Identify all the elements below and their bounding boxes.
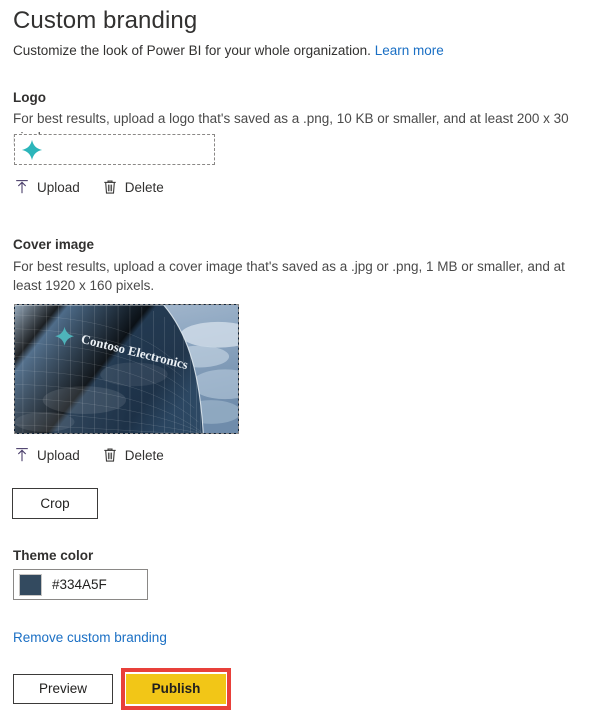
logo-section-label: Logo [13, 90, 46, 105]
cover-image-preview[interactable]: Contoso Electronics [14, 304, 239, 434]
upload-arrow-icon [16, 180, 28, 194]
publish-button[interactable]: Publish [126, 674, 226, 704]
cover-upload-label: Upload [37, 447, 80, 463]
theme-color-field[interactable]: #334A5F [13, 569, 148, 600]
custom-branding-page: Custom branding Customize the look of Po… [0, 0, 599, 723]
trash-can-icon [104, 448, 116, 462]
cover-command-bar: Upload Delete [12, 445, 166, 465]
logo-drop-area[interactable] [14, 134, 215, 165]
subtitle-text: Customize the look of Power BI for your … [13, 43, 371, 58]
trash-can-icon [104, 180, 116, 194]
theme-color-label: Theme color [13, 548, 94, 563]
cover-upload-button[interactable]: Upload [12, 445, 82, 465]
contoso-sparkle-logo-icon [21, 139, 43, 160]
cover-section-label: Cover image [13, 237, 95, 252]
logo-upload-label: Upload [37, 179, 80, 195]
remove-custom-branding-link[interactable]: Remove custom branding [13, 630, 167, 645]
cover-delete-button[interactable]: Delete [100, 445, 166, 465]
preview-button[interactable]: Preview [13, 674, 113, 704]
learn-more-link[interactable]: Learn more [375, 43, 444, 58]
logo-command-bar: Upload Delete [12, 177, 166, 197]
cover-delete-label: Delete [124, 447, 164, 463]
crop-button[interactable]: Crop [12, 488, 98, 519]
cover-image-artwork: Contoso Electronics [15, 305, 238, 433]
upload-arrow-icon [16, 448, 28, 462]
logo-delete-label: Delete [124, 179, 164, 195]
logo-delete-button[interactable]: Delete [100, 177, 166, 197]
logo-upload-button[interactable]: Upload [12, 177, 82, 197]
page-title: Custom branding [13, 7, 198, 34]
theme-color-swatch[interactable] [19, 573, 42, 596]
cover-section-help: For best results, upload a cover image t… [13, 259, 565, 293]
page-subtitle: Customize the look of Power BI for your … [13, 42, 444, 60]
theme-color-value: #334A5F [52, 577, 107, 592]
